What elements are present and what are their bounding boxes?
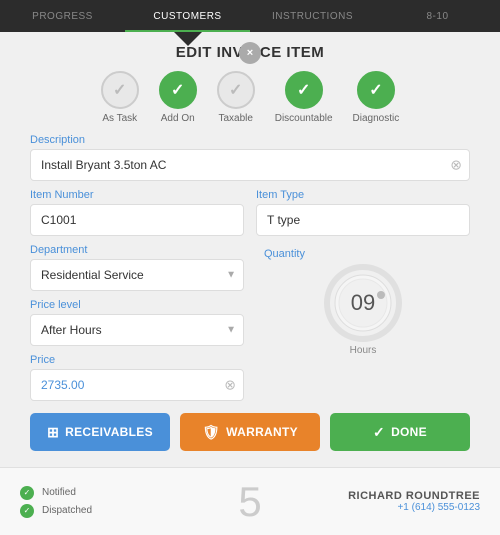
department-select-wrapper: Residential Service Commercial HVAC ▼ <box>30 259 244 291</box>
price-level-select[interactable]: After Hours Standard Premium <box>30 314 244 346</box>
toggle-discountable[interactable]: ✓ Discountable <box>275 71 333 124</box>
bottom-bar: ✓ Notified ✓ Dispatched 5 RICHARD ROUNDT… <box>0 467 500 535</box>
department-select[interactable]: Residential Service Commercial HVAC <box>30 259 244 291</box>
quantity-unit-label: Hours <box>350 345 377 356</box>
item-number-label: Item Number <box>30 189 244 201</box>
item-number-wrapper <box>30 204 244 236</box>
item-type-input[interactable] <box>256 204 470 236</box>
close-button[interactable]: × <box>239 42 261 64</box>
toggle-label-diagnostic: Diagnostic <box>353 113 400 124</box>
item-type-section: Item Type <box>256 189 470 236</box>
price-clear-icon[interactable]: ⊗ <box>224 377 236 394</box>
toggle-circle-discountable[interactable]: ✓ <box>285 71 323 109</box>
description-input[interactable] <box>30 149 470 181</box>
nav-label: CUSTOMERS <box>153 11 221 22</box>
job-number: 5 <box>238 478 261 526</box>
department-section: Department Residential Service Commercia… <box>30 244 244 291</box>
quantity-value: 09 <box>351 290 375 316</box>
quantity-label: Quantity <box>264 248 305 260</box>
nav-label: 8-10 <box>426 11 448 22</box>
toggle-circle-diagnostic[interactable]: ✓ <box>357 71 395 109</box>
description-input-wrapper: ⊗ <box>30 149 470 181</box>
price-level-select-wrapper: After Hours Standard Premium ▼ <box>30 314 244 346</box>
notified-label: Notified <box>42 487 76 498</box>
bottom-form: Department Residential Service Commercia… <box>30 244 470 401</box>
customer-name: RICHARD ROUNDTREE <box>282 490 480 502</box>
toggle-diagnostic[interactable]: ✓ Diagnostic <box>353 71 400 124</box>
customer-info: RICHARD ROUNDTREE +1 (614) 555-0123 <box>282 490 480 513</box>
done-icon: ✓ <box>373 424 385 441</box>
description-section: Description ⊗ <box>30 134 470 181</box>
item-type-label: Item Type <box>256 189 470 201</box>
nav-progress[interactable]: PROGRESS <box>0 0 125 32</box>
item-number-input[interactable] <box>30 204 244 236</box>
toggle-circle-as-task[interactable]: ✓ <box>101 71 139 109</box>
done-label: DONE <box>391 425 427 439</box>
toggle-row: ✓ As Task ✓ Add On ✓ Taxable ✓ Discounta… <box>30 71 470 124</box>
nav-customers[interactable]: CUSTOMERS <box>125 0 250 32</box>
toggle-as-task[interactable]: ✓ As Task <box>101 71 139 124</box>
left-fields: Department Residential Service Commercia… <box>30 244 244 401</box>
dispatched-label: Dispatched <box>42 505 92 516</box>
toggle-label-as-task: As Task <box>102 113 137 124</box>
toggle-taxable[interactable]: ✓ Taxable <box>217 71 255 124</box>
description-clear-icon[interactable]: ⊗ <box>450 157 462 174</box>
nav-time[interactable]: 8-10 <box>375 0 500 32</box>
receivables-icon: ⊞ <box>47 424 59 441</box>
toggle-circle-taxable[interactable]: ✓ <box>217 71 255 109</box>
action-buttons: ⊞ RECEIVABLES 🛡 WARRANTY ✓ DONE <box>30 413 470 451</box>
dispatched-check-icon: ✓ <box>20 504 34 518</box>
nav-label: PROGRESS <box>32 11 93 22</box>
nav-instructions[interactable]: INSTRUCTIONS <box>250 0 375 32</box>
price-section: Price ⊗ <box>30 354 244 401</box>
quantity-knob[interactable]: 09 <box>323 263 403 343</box>
price-level-section: Price level After Hours Standard Premium… <box>30 299 244 346</box>
price-input[interactable] <box>30 369 244 401</box>
nav-label: INSTRUCTIONS <box>272 11 353 22</box>
status-items: ✓ Notified ✓ Dispatched <box>20 486 218 518</box>
price-level-label: Price level <box>30 299 244 311</box>
toggle-label-add-on: Add On <box>161 113 195 124</box>
customer-phone: +1 (614) 555-0123 <box>282 502 480 513</box>
status-dispatched: ✓ Dispatched <box>20 504 218 518</box>
toggle-circle-add-on[interactable]: ✓ <box>159 71 197 109</box>
receivables-button[interactable]: ⊞ RECEIVABLES <box>30 413 170 451</box>
description-label: Description <box>30 134 470 146</box>
quantity-section: Quantity 09 Hours <box>256 244 470 356</box>
item-type-wrapper <box>256 204 470 236</box>
item-row: Item Number Item Type <box>30 189 470 236</box>
toggle-label-discountable: Discountable <box>275 113 333 124</box>
warranty-label: WARRANTY <box>226 425 298 439</box>
status-notified: ✓ Notified <box>20 486 218 500</box>
item-number-section: Item Number <box>30 189 244 236</box>
edit-invoice-modal: × EDIT INVOICE ITEM ✓ As Task ✓ Add On ✓… <box>0 32 500 467</box>
notified-check-icon: ✓ <box>20 486 34 500</box>
done-button[interactable]: ✓ DONE <box>330 413 470 451</box>
warranty-button[interactable]: 🛡 WARRANTY <box>180 413 320 451</box>
department-label: Department <box>30 244 244 256</box>
warranty-icon: 🛡 <box>202 424 220 441</box>
top-navigation: PROGRESS CUSTOMERS INSTRUCTIONS 8-10 <box>0 0 500 32</box>
nav-arrow-indicator <box>174 32 202 46</box>
toggle-add-on[interactable]: ✓ Add On <box>159 71 197 124</box>
receivables-label: RECEIVABLES <box>65 425 153 439</box>
price-label: Price <box>30 354 244 366</box>
toggle-label-taxable: Taxable <box>219 113 253 124</box>
price-input-wrapper: ⊗ <box>30 369 244 401</box>
